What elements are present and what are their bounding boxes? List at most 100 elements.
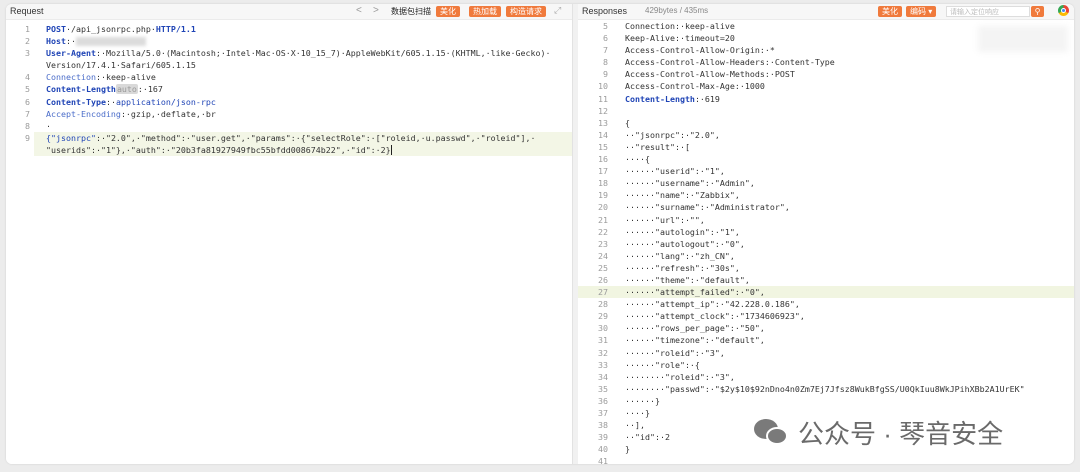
response-line[interactable]: 7 Access-Control-Allow-Origin:·* bbox=[578, 44, 1074, 56]
line-number: 3 bbox=[25, 48, 30, 59]
line-number: 20 bbox=[598, 202, 608, 213]
line-number: 7 bbox=[25, 108, 30, 119]
request-editor[interactable]: 1 POST·/api_jsonrpc.php·HTTP/1.1 2 Host:· 3 U… bbox=[6, 23, 572, 157]
token: application/json-rpc bbox=[115, 96, 216, 107]
build-request-button[interactable]: 构造请求 bbox=[506, 6, 546, 17]
request-line[interactable]: "userids":·"1"},·"auth":·"20b3fa81927949… bbox=[6, 143, 572, 157]
request-line[interactable]: 9 {"jsonrpc":·"2.0",·"method":·"user.get"… bbox=[6, 131, 572, 144]
response-line[interactable]: 18 ······"username":·"Admin", bbox=[578, 177, 1074, 189]
line-number: 8 bbox=[603, 57, 608, 68]
line-text: Version/17.4.1·Safari/605.1.15 bbox=[46, 59, 196, 71]
response-line[interactable]: 15 ··"result":·[ bbox=[578, 141, 1074, 153]
line-number: 17 bbox=[598, 166, 608, 177]
line-number: 19 bbox=[598, 190, 608, 201]
response-line[interactable]: 23 ······"autologout":·"0", bbox=[578, 238, 1074, 250]
line-text: ········"passwd":·"$2y$10$92nDno4n0Zm7Ej… bbox=[625, 383, 1025, 394]
response-line[interactable]: 27 ······"attempt_failed":·"0", bbox=[578, 286, 1074, 299]
line-number: 1 bbox=[25, 24, 30, 34]
nav-forward-icon[interactable]: > bbox=[373, 5, 379, 16]
encode-dropdown[interactable]: 编码 ▾ bbox=[906, 6, 937, 17]
response-line[interactable]: 29 ······"attempt_clock":·"1734606923", bbox=[578, 310, 1074, 322]
response-line[interactable]: 20 ······"surname":·"Administrator", bbox=[578, 201, 1074, 213]
line-text: ······"username":·"Admin", bbox=[625, 178, 755, 189]
response-line[interactable]: 26 ······"theme":·"default", bbox=[578, 274, 1074, 286]
request-line[interactable]: Version/17.4.1·Safari/605.1.15 bbox=[6, 59, 572, 71]
response-line[interactable]: 41 bbox=[578, 455, 1074, 464]
line-text: { bbox=[625, 117, 630, 128]
response-line[interactable]: 12 bbox=[578, 105, 1074, 117]
response-line[interactable]: 24 ······"lang":·"zh_CN", bbox=[578, 250, 1074, 262]
response-line[interactable]: 16 ····{ bbox=[578, 153, 1074, 165]
line-number: 2 bbox=[25, 36, 30, 47]
line-text: POST·/api_jsonrpc.php·HTTP/1.1 bbox=[46, 23, 196, 35]
response-line[interactable]: 32 ······"roleid":·"3", bbox=[578, 347, 1074, 359]
line-text: ······"attempt_failed":·"0", bbox=[625, 287, 765, 298]
expand-icon[interactable]: ⤢ bbox=[554, 5, 561, 16]
response-line[interactable]: 11 Content-Length:·619 bbox=[578, 93, 1074, 105]
response-meta: 429bytes / 435ms bbox=[645, 6, 709, 15]
request-title: Request bbox=[10, 6, 44, 16]
response-line[interactable]: 31 ······"timezone":·"default", bbox=[578, 334, 1074, 346]
line-number: 13 bbox=[598, 117, 608, 128]
line-number: 36 bbox=[598, 395, 608, 406]
nav-back-icon[interactable]: < bbox=[356, 5, 362, 16]
token: Version/17.4.1·Safari/605.1.15 bbox=[46, 60, 196, 71]
line-number: 24 bbox=[598, 250, 608, 261]
response-line[interactable]: 8 Access-Control-Allow-Headers:·Content-T… bbox=[578, 56, 1074, 68]
request-line[interactable]: 7 Accept-Encoding:·gzip,·deflate,·br bbox=[6, 108, 572, 120]
line-text: Content-Length:·619 bbox=[625, 93, 720, 104]
line-number: 18 bbox=[598, 178, 608, 189]
line-text: ····{ bbox=[625, 154, 650, 165]
response-line[interactable]: 33 ······"role":·{ bbox=[578, 359, 1074, 371]
response-line[interactable]: 21 ······"url":·"", bbox=[578, 214, 1074, 226]
line-text: Access-Control-Allow-Origin:·* bbox=[625, 45, 775, 56]
line-number: 33 bbox=[598, 359, 608, 370]
response-line[interactable]: 17 ······"userid":·"1", bbox=[578, 165, 1074, 177]
text-cursor bbox=[390, 145, 392, 156]
response-line[interactable]: 19 ······"name":·"Zabbix", bbox=[578, 189, 1074, 201]
response-line[interactable]: 35 ········"passwd":·"$2y$10$92nDno4n0Zm7… bbox=[578, 383, 1074, 395]
response-line[interactable]: 34 ········"roleid":·"3", bbox=[578, 371, 1074, 383]
response-beautify-button[interactable]: 美化 bbox=[878, 6, 902, 17]
response-line[interactable]: 22 ······"autologin":·"1", bbox=[578, 226, 1074, 238]
line-text: Access-Control-Max-Age:·1000 bbox=[625, 81, 765, 92]
response-search-input[interactable]: 请输入定位响应 bbox=[946, 6, 1030, 17]
response-line[interactable]: 10 Access-Control-Max-Age:·1000 bbox=[578, 80, 1074, 92]
line-number: 38 bbox=[598, 420, 608, 431]
line-text: Keep-Alive:·timeout=20 bbox=[625, 33, 735, 44]
search-icon[interactable]: ⚲ bbox=[1031, 6, 1044, 17]
request-line[interactable]: 3 User-Agent:·Mozilla/5.0·(Macintosh;·Int… bbox=[6, 47, 572, 59]
packet-scan-button[interactable]: 数据包扫描 bbox=[391, 6, 431, 17]
token: "userids":·"1"},·"auth":·"20b3fa81927949… bbox=[46, 144, 391, 155]
response-line[interactable]: 36 ······} bbox=[578, 395, 1074, 407]
request-line[interactable]: 5 Content-Lengthauto:·167 bbox=[6, 83, 572, 95]
request-line[interactable]: 4 Connection:·keep-alive bbox=[6, 71, 572, 83]
response-line[interactable]: 14 ··"jsonrpc":·"2.0", bbox=[578, 129, 1074, 141]
beautify-button[interactable]: 美化 bbox=[436, 6, 460, 17]
line-number: 31 bbox=[598, 335, 608, 346]
token: Content-Length bbox=[625, 93, 695, 104]
request-line[interactable]: 2 Host:· bbox=[6, 35, 572, 47]
line-text: · bbox=[46, 120, 51, 132]
request-line[interactable]: 6 Content-Type:·application/json-rpc bbox=[6, 96, 572, 108]
response-line[interactable]: 25 ······"refresh":·"30s", bbox=[578, 262, 1074, 274]
watermark: 公众号 · 琴音安全 bbox=[754, 414, 1003, 450]
response-viewer[interactable]: 5 Connection:·keep-alive 6 Keep-Alive:·time… bbox=[578, 20, 1074, 464]
response-line[interactable]: 9 Access-Control-Allow-Methods:·POST bbox=[578, 68, 1074, 80]
line-number: 12 bbox=[598, 105, 608, 116]
line-number: 23 bbox=[598, 238, 608, 249]
line-text: ······"refresh":·"30s", bbox=[625, 262, 740, 273]
response-line[interactable]: 13 { bbox=[578, 117, 1074, 129]
response-line[interactable]: 30 ······"rows_per_page":·"50", bbox=[578, 322, 1074, 334]
line-number: 15 bbox=[598, 141, 608, 152]
hot-load-button[interactable]: 热加载 bbox=[469, 6, 501, 17]
response-line[interactable]: 6 Keep-Alive:·timeout=20 bbox=[578, 32, 1074, 44]
watermark-text: 公众号 · 琴音安全 bbox=[798, 418, 1004, 449]
response-line[interactable]: 28 ······"attempt_ip":·"42.228.0.186", bbox=[578, 298, 1074, 310]
chrome-icon bbox=[1058, 5, 1069, 16]
line-number: 28 bbox=[598, 299, 608, 310]
line-number: 29 bbox=[598, 311, 608, 322]
request-line[interactable]: 1 POST·/api_jsonrpc.php·HTTP/1.1 bbox=[6, 23, 572, 35]
request-line[interactable]: 8 · bbox=[6, 120, 572, 132]
response-line[interactable]: 5 Connection:·keep-alive bbox=[578, 20, 1074, 32]
